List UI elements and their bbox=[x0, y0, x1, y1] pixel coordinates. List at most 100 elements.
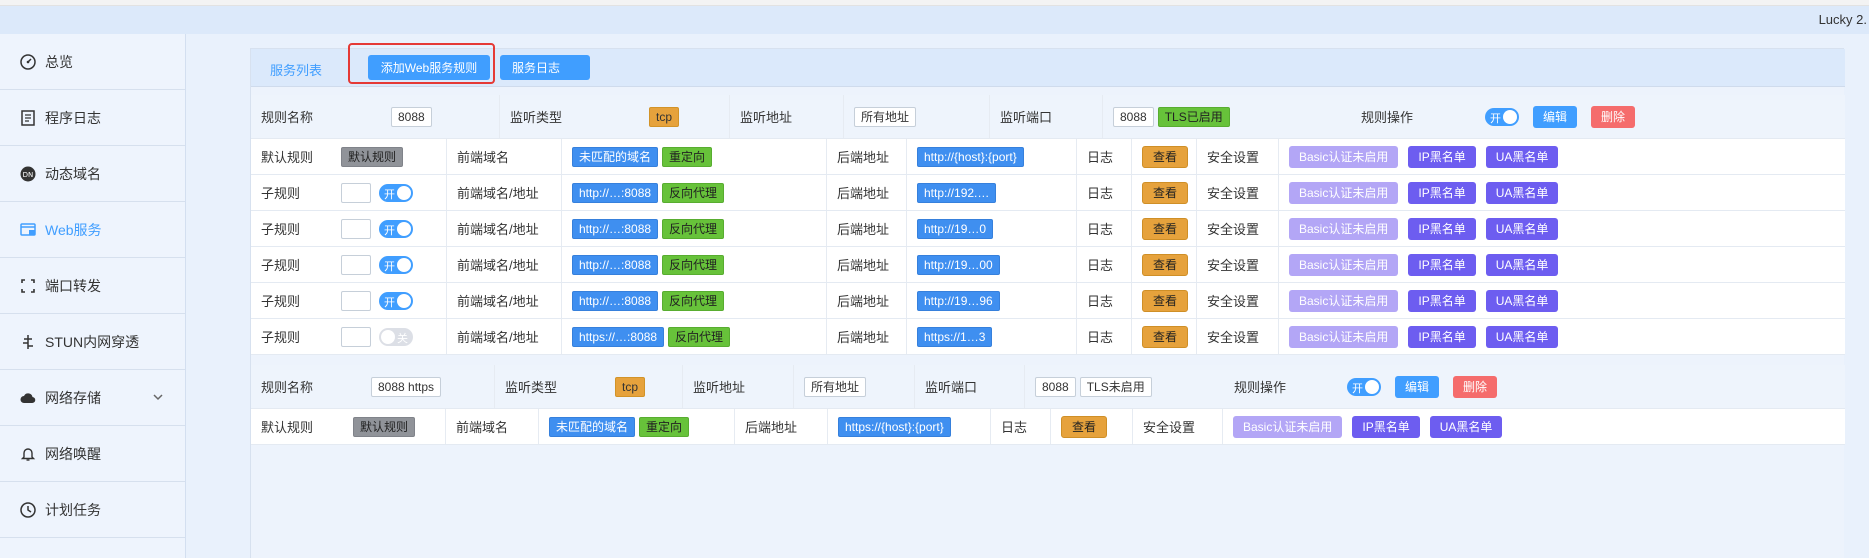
sub-rule-toggle[interactable]: 开 bbox=[379, 255, 413, 274]
sub-rule-row: 子规则 开 前端域名/地址 http://…:8088 反向代理 后端地址 htt… bbox=[251, 247, 1845, 283]
sidebar-item-dashboard[interactable]: 总览 bbox=[0, 34, 185, 90]
sidebar-item-port-forward[interactable]: 端口转发 bbox=[0, 258, 185, 314]
rule-header-row: 规则名称 8088 监听类型 tcp 监听地址 所有地址 监听端口 8088 T… bbox=[251, 95, 1845, 139]
chevron-down-icon[interactable] bbox=[151, 390, 165, 404]
ip-blacklist-button[interactable]: IP黑名单 bbox=[1408, 217, 1476, 240]
sidebar-item-label: 端口转发 bbox=[45, 277, 101, 294]
edit-rule-button[interactable]: 编辑 bbox=[1533, 105, 1578, 128]
sidebar-item-program-log[interactable]: 程序日志 bbox=[0, 90, 185, 146]
view-log-button[interactable]: 查看 bbox=[1142, 289, 1189, 312]
frontend-domain-label: 前端域名 bbox=[446, 139, 561, 174]
ua-blacklist-button[interactable]: UA黑名单 bbox=[1485, 217, 1559, 240]
log-label: 日志 bbox=[1076, 319, 1131, 354]
sidebar-item-scheduled-tasks[interactable]: 计划任务 bbox=[0, 482, 185, 538]
ip-blacklist-button[interactable]: IP黑名单 bbox=[1408, 253, 1476, 276]
basic-auth-button[interactable]: Basic认证未启用 bbox=[1289, 289, 1399, 312]
ua-blacklist-button[interactable]: UA黑名单 bbox=[1485, 289, 1559, 312]
listen-addr-label: 监听地址 bbox=[729, 95, 843, 138]
log-label: 日志 bbox=[1076, 175, 1131, 210]
sidebar-item-label: 计划任务 bbox=[45, 501, 101, 518]
delete-rule-button[interactable]: 删除 bbox=[1453, 375, 1498, 398]
add-web-rule-button[interactable]: 添加Web服务规则 bbox=[368, 55, 490, 80]
ua-blacklist-button[interactable]: UA黑名单 bbox=[1485, 253, 1559, 276]
listen-type-value: tcp bbox=[649, 106, 680, 127]
frontend-addr-value: http://…:8088 bbox=[572, 254, 659, 275]
ua-blacklist-button[interactable]: UA黑名单 bbox=[1485, 145, 1559, 168]
sidebar-item-stun[interactable]: STUN内网穿透 bbox=[0, 314, 185, 370]
rule-enable-toggle[interactable]: 开 bbox=[1485, 107, 1519, 126]
svg-text:DN: DN bbox=[23, 171, 34, 179]
basic-auth-button[interactable]: Basic认证未启用 bbox=[1289, 145, 1399, 168]
backend-addr-value: http://19…00 bbox=[917, 254, 1000, 275]
ip-blacklist-button[interactable]: IP黑名单 bbox=[1352, 415, 1420, 438]
security-label: 安全设置 bbox=[1132, 409, 1222, 444]
edit-rule-button[interactable]: 编辑 bbox=[1395, 375, 1440, 398]
rule-ops-label: 规则操作 bbox=[1361, 110, 1414, 125]
log-icon bbox=[19, 109, 37, 127]
sidebar-item-wake-on-lan[interactable]: 网络唤醒 bbox=[0, 426, 185, 482]
ua-blacklist-button[interactable]: UA黑名单 bbox=[1429, 415, 1503, 438]
listen-port-value: 8088 bbox=[1035, 376, 1076, 397]
app-title: Lucky 2. bbox=[1818, 12, 1867, 27]
sub-rule-name bbox=[341, 218, 371, 239]
backend-addr-value: https://{host}:{port} bbox=[838, 416, 951, 437]
rule-name-label: 规则名称 bbox=[261, 110, 314, 125]
tab-service-list[interactable]: 服务列表 bbox=[270, 60, 322, 79]
basic-auth-button[interactable]: Basic认证未启用 bbox=[1289, 181, 1399, 204]
sub-rule-name bbox=[341, 290, 371, 311]
frontend-addr-value: http://…:8088 bbox=[572, 290, 659, 311]
default-rule-label: 默认规则 bbox=[261, 420, 314, 435]
rule-name-value: 8088 bbox=[391, 106, 432, 127]
basic-auth-button[interactable]: Basic认证未启用 bbox=[1289, 217, 1399, 240]
ip-blacklist-button[interactable]: IP黑名单 bbox=[1408, 325, 1476, 348]
backend-addr-value: http://192.… bbox=[917, 182, 997, 203]
mode-badge: 反向代理 bbox=[662, 218, 725, 239]
ip-blacklist-button[interactable]: IP黑名单 bbox=[1408, 289, 1476, 312]
rule-enable-toggle[interactable]: 开 bbox=[1347, 377, 1381, 396]
basic-auth-button[interactable]: Basic认证未启用 bbox=[1289, 253, 1399, 276]
view-log-button[interactable]: 查看 bbox=[1142, 181, 1189, 204]
view-log-button[interactable]: 查看 bbox=[1142, 145, 1189, 168]
backend-addr-label: 后端地址 bbox=[826, 211, 906, 246]
view-log-button[interactable]: 查看 bbox=[1061, 415, 1108, 438]
backend-addr-label: 后端地址 bbox=[826, 175, 906, 210]
default-rule-row: 默认规则 默认规则 前端域名 未匹配的域名 重定向 后端地址 http://{h… bbox=[251, 139, 1845, 175]
sidebar-item-network-storage[interactable]: 网络存储 bbox=[0, 370, 185, 426]
sidebar-item-web-service[interactable]: Web服务 bbox=[0, 202, 185, 258]
top-bar: Lucky 2. bbox=[0, 6, 1869, 34]
basic-auth-button[interactable]: Basic认证未启用 bbox=[1289, 325, 1399, 348]
sidebar-item-label: 总览 bbox=[45, 53, 73, 70]
sub-rule-toggle[interactable]: 关 bbox=[379, 327, 413, 346]
ua-blacklist-button[interactable]: UA黑名单 bbox=[1485, 181, 1559, 204]
sub-rule-row: 子规则 开 前端域名/地址 http://…:8088 反向代理 后端地址 htt… bbox=[251, 175, 1845, 211]
sidebar-item-ddns[interactable]: DN 动态域名 bbox=[0, 146, 185, 202]
view-log-button[interactable]: 查看 bbox=[1142, 253, 1189, 276]
security-label: 安全设置 bbox=[1196, 247, 1278, 282]
sub-rule-toggle[interactable]: 开 bbox=[379, 291, 413, 310]
ip-blacklist-button[interactable]: IP黑名单 bbox=[1408, 145, 1476, 168]
frontend-addr-label: 前端域名/地址 bbox=[446, 319, 561, 354]
view-log-button[interactable]: 查看 bbox=[1142, 325, 1189, 348]
security-label: 安全设置 bbox=[1196, 211, 1278, 246]
sub-rule-toggle[interactable]: 开 bbox=[379, 219, 413, 238]
ip-blacklist-button[interactable]: IP黑名单 bbox=[1408, 181, 1476, 204]
listen-addr-label: 监听地址 bbox=[682, 365, 793, 408]
delete-rule-button[interactable]: 删除 bbox=[1591, 105, 1636, 128]
service-log-button[interactable]: 服务日志 bbox=[500, 55, 590, 80]
sub-rule-toggle[interactable]: 开 bbox=[379, 183, 413, 202]
view-log-button[interactable]: 查看 bbox=[1142, 217, 1189, 240]
sidebar-item-label: 动态域名 bbox=[45, 165, 101, 182]
stun-icon bbox=[19, 333, 37, 351]
basic-auth-button[interactable]: Basic认证未启用 bbox=[1233, 415, 1343, 438]
default-rule-tag: 默认规则 bbox=[341, 146, 404, 167]
frontend-addr-label: 前端域名/地址 bbox=[446, 247, 561, 282]
sub-rule-label: 子规则 bbox=[261, 294, 301, 309]
rule-header-row: 规则名称 8088 https 监听类型 tcp 监听地址 所有地址 监听端口 … bbox=[251, 365, 1845, 409]
clock-icon bbox=[19, 501, 37, 519]
rule-name-value: 8088 https bbox=[371, 376, 442, 397]
sub-rule-label: 子规则 bbox=[261, 330, 301, 345]
dashboard-icon bbox=[19, 53, 37, 71]
backend-addr-label: 后端地址 bbox=[734, 409, 827, 444]
sub-rule-row: 子规则 开 前端域名/地址 http://…:8088 反向代理 后端地址 htt… bbox=[251, 283, 1845, 319]
ua-blacklist-button[interactable]: UA黑名单 bbox=[1485, 325, 1559, 348]
